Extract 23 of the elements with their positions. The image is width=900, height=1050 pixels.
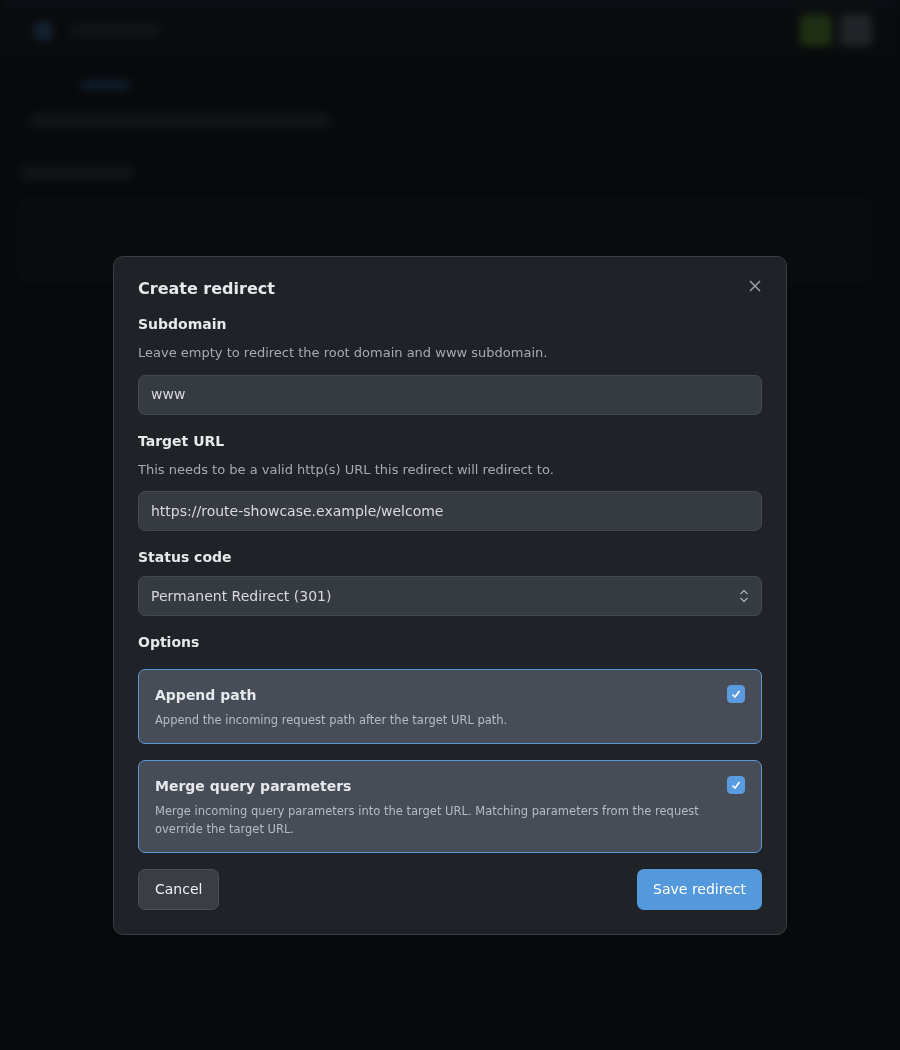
help-text: This needs to be a valid http(s) URL this redirect will redirect to. <box>138 460 555 479</box>
option-title: Append path <box>155 686 258 706</box>
options-label: Options <box>138 633 201 653</box>
checkmark-icon <box>730 688 742 701</box>
chevron-up-down-icon <box>739 588 749 605</box>
checkmark-icon <box>730 779 742 792</box>
field-label: Target URL <box>138 431 226 451</box>
option-card[interactable]: Merge query parameters Merge incoming query parameters into the target URL. Matching parameters from the request override the target URL. <box>138 760 762 853</box>
status-code-select[interactable]: Permanent Redirect (301) <box>138 576 762 617</box>
help-text: Leave empty to redirect the root domain and www subdomain. <box>138 344 549 363</box>
field-label: Subdomain <box>138 315 228 335</box>
input-field[interactable]: www <box>138 374 762 415</box>
cancel-button[interactable]: Cancel <box>138 868 220 910</box>
option-description: Merge incoming query parameters into the target URL. Matching parameters from the request override the target URL. <box>155 803 700 838</box>
option-card[interactable]: Append path Append the incoming request path after the target URL path. <box>138 669 762 745</box>
field-label: Status code <box>138 548 233 568</box>
checkbox[interactable] <box>727 685 745 704</box>
option-title: Merge query parameters <box>155 777 353 797</box>
dialog-title: Create redirect <box>138 279 275 299</box>
checkbox[interactable] <box>727 776 745 795</box>
input-field[interactable]: https://route-showcase.example/welcome <box>138 491 762 532</box>
close-icon[interactable] <box>748 279 762 293</box>
option-description: Append the incoming request path after the target URL path. <box>155 712 508 730</box>
